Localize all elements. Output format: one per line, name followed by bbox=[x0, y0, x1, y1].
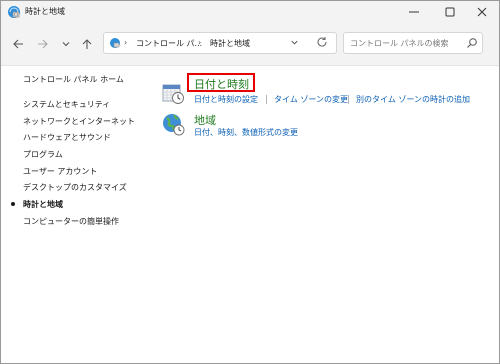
search-input[interactable] bbox=[350, 37, 460, 49]
refresh-icon bbox=[317, 37, 327, 47]
sidebar-item-desktop-customization[interactable]: デスクトップのカスタマイズ bbox=[23, 182, 127, 193]
globe-clock-icon[interactable] bbox=[161, 112, 185, 136]
calendar-clock-icon[interactable] bbox=[161, 81, 185, 105]
close-button[interactable] bbox=[465, 1, 499, 23]
task-add-clock-link[interactable]: 別のタイム ゾーンの時計の追加 bbox=[356, 94, 470, 105]
task-change-formats-link[interactable]: 日付、時刻、数値形式の変更 bbox=[194, 127, 298, 138]
minimize-button[interactable] bbox=[397, 1, 431, 23]
current-item-bullet bbox=[11, 202, 15, 206]
breadcrumb-separator: › bbox=[124, 38, 128, 47]
sidebar-item-system-security[interactable]: システムとセキュリティ bbox=[23, 99, 110, 110]
close-icon bbox=[477, 7, 487, 17]
sidebar-item-hardware-sound[interactable]: ハードウェアとサウンド bbox=[23, 132, 111, 143]
sidebar-item-network-internet[interactable]: ネットワークとインターネット bbox=[23, 116, 135, 127]
minimize-icon bbox=[409, 11, 419, 13]
category-date-time-link[interactable]: 日付と時刻 bbox=[194, 76, 249, 92]
breadcrumb-clock-region[interactable]: 時計と地域 bbox=[210, 38, 250, 49]
category-region-link[interactable]: 地域 bbox=[194, 112, 216, 128]
breadcrumb-control-panel[interactable]: コントロール パ... bbox=[136, 38, 202, 49]
task-separator bbox=[348, 95, 349, 104]
sidebar: コントロール パネル ホーム システムとセキュリティ ネットワークとインターネッ… bbox=[1, 66, 151, 362]
recent-locations-button[interactable] bbox=[59, 37, 73, 51]
arrow-left-icon bbox=[13, 39, 23, 49]
back-button[interactable] bbox=[11, 37, 25, 51]
up-button[interactable] bbox=[80, 37, 94, 51]
control-panel-window: 時計と地域 › コントロール パ... › 時計と地域 コントロール パネルの検… bbox=[0, 0, 500, 364]
main-content: 日付と時刻 日付と時刻の設定 タイム ゾーンの変更 別のタイム ゾーンの時計の追… bbox=[151, 66, 499, 362]
sidebar-link-control-panel-home[interactable]: コントロール パネル ホーム bbox=[23, 74, 124, 85]
maximize-icon bbox=[445, 7, 455, 17]
chevron-down-icon bbox=[62, 42, 70, 47]
control-panel-icon bbox=[110, 38, 120, 48]
task-separator bbox=[266, 95, 267, 104]
maximize-button[interactable] bbox=[433, 1, 467, 23]
refresh-button[interactable] bbox=[316, 36, 328, 51]
sidebar-item-user-accounts[interactable]: ユーザー アカウント bbox=[23, 166, 97, 177]
control-panel-icon bbox=[8, 6, 20, 18]
arrow-right-icon bbox=[38, 39, 48, 49]
task-set-date-time-link[interactable]: 日付と時刻の設定 bbox=[194, 94, 258, 105]
title-bar[interactable]: 時計と地域 bbox=[1, 1, 499, 23]
search-icon[interactable] bbox=[466, 37, 478, 49]
forward-button[interactable] bbox=[36, 37, 50, 51]
address-bar[interactable]: › コントロール パ... › 時計と地域 bbox=[103, 32, 337, 54]
sidebar-item-clock-region[interactable]: 時計と地域 bbox=[23, 199, 63, 210]
sidebar-item-ease-of-access[interactable]: コンピューターの簡単操作 bbox=[23, 216, 119, 227]
address-dropdown-button[interactable] bbox=[290, 38, 299, 49]
task-change-time-zone-link[interactable]: タイム ゾーンの変更 bbox=[274, 94, 348, 105]
breadcrumb-separator: › bbox=[198, 38, 202, 47]
chevron-down-icon bbox=[291, 40, 298, 45]
navigation-bar: › コントロール パ... › 時計と地域 bbox=[1, 23, 499, 66]
window-title: 時計と地域 bbox=[25, 7, 65, 16]
arrow-up-icon bbox=[82, 39, 92, 49]
search-box[interactable] bbox=[343, 32, 483, 54]
sidebar-item-programs[interactable]: プログラム bbox=[23, 149, 63, 160]
